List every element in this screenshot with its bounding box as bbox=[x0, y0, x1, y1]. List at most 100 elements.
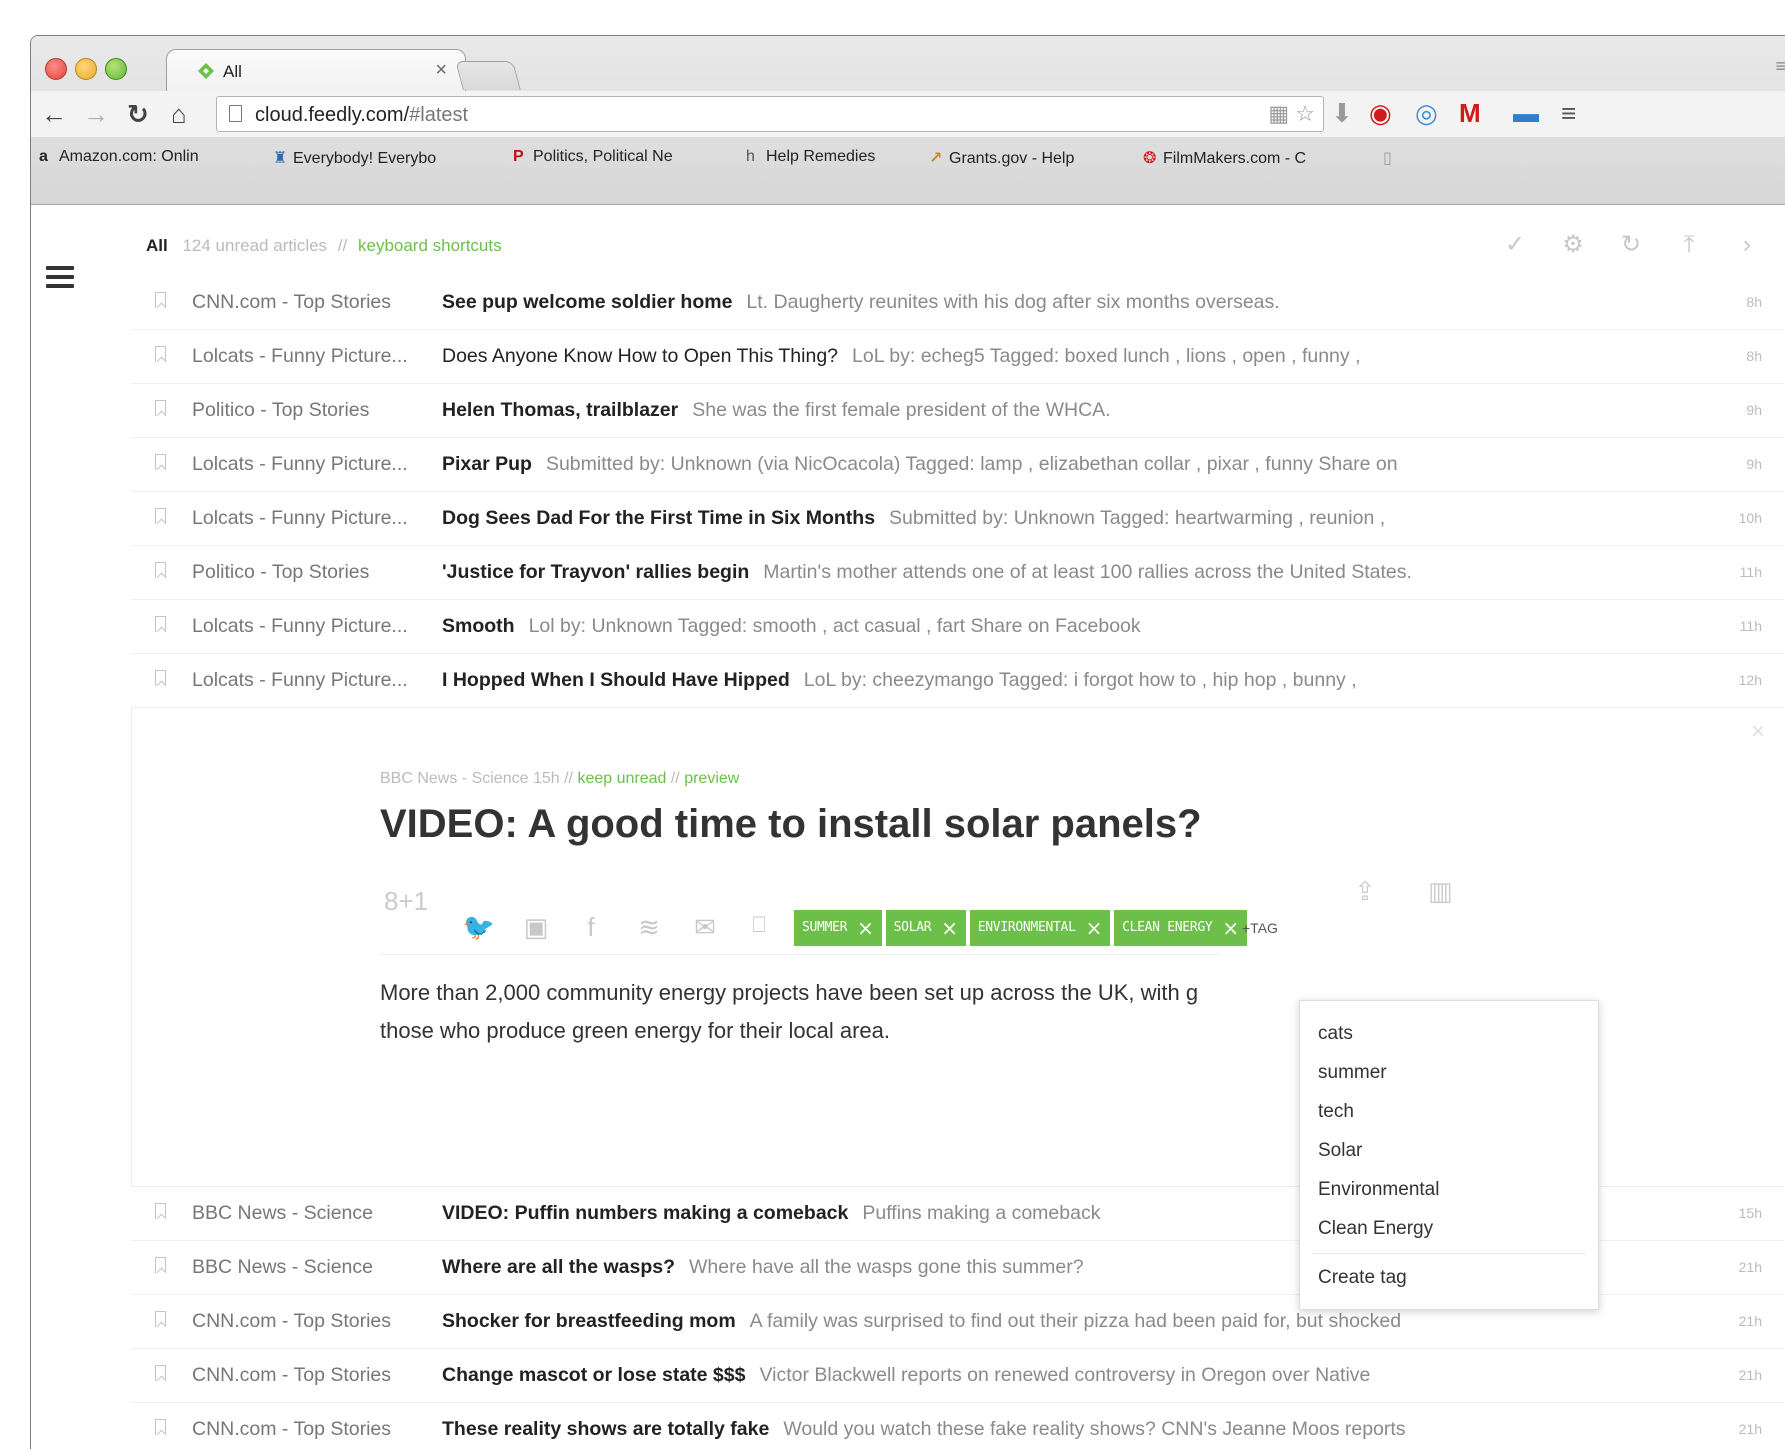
onepassword-extension-icon[interactable]: ◎ bbox=[1415, 97, 1438, 129]
minimize-window-button[interactable] bbox=[75, 58, 97, 80]
home-icon[interactable]: ⌂ bbox=[171, 99, 187, 129]
bookmark-politics[interactable]: P Politics, Political Ne bbox=[513, 148, 728, 166]
tag-chip[interactable]: SOLAR × bbox=[885, 910, 966, 946]
blank-page-bookmark-icon[interactable]: ▯ bbox=[1383, 148, 1413, 168]
list-item[interactable]: Lolcats - Funny Picture... Dog Sees Dad … bbox=[131, 492, 1785, 546]
add-tag-button[interactable]: +TAG bbox=[1242, 920, 1278, 936]
forward-arrow-icon[interactable]: → bbox=[83, 99, 109, 129]
window-menu-icon[interactable]: ≡ bbox=[1775, 56, 1785, 77]
keyboard-shortcuts-link[interactable]: keyboard shortcuts bbox=[358, 236, 502, 255]
zoom-window-button[interactable] bbox=[105, 58, 127, 80]
save-bookmark-icon[interactable] bbox=[155, 454, 166, 470]
trash-icon[interactable]: ▥ bbox=[1428, 876, 1453, 907]
article-headline[interactable]: VIDEO: A good time to install solar pane… bbox=[380, 802, 1202, 847]
list-item[interactable]: Lolcats - Funny Picture... Pixar Pup Subm… bbox=[131, 438, 1785, 492]
close-article-icon[interactable]: × bbox=[1751, 718, 1765, 746]
bookmarks-bar: a Amazon.com: Onlin ♜ Everybody! Everybo P… bbox=[31, 140, 1785, 178]
remove-tag-icon[interactable]: × bbox=[1086, 910, 1103, 946]
article-snippet: Would you watch these fake reality shows… bbox=[783, 1418, 1406, 1440]
article-age: 9h bbox=[1746, 456, 1762, 472]
save-bookmark-icon[interactable] bbox=[155, 400, 166, 416]
save-bookmark-icon[interactable] bbox=[155, 1257, 166, 1273]
chrome-menu-icon[interactable]: ≡ bbox=[1561, 97, 1576, 129]
page-action-icons: ▦ ☆ bbox=[1268, 101, 1315, 127]
keep-unread-link[interactable]: keep unread bbox=[577, 770, 666, 787]
refresh-icon[interactable]: ↻ bbox=[1602, 230, 1660, 259]
save-bookmark-icon[interactable] bbox=[155, 346, 166, 362]
hamburger-menu-icon[interactable] bbox=[46, 266, 74, 293]
save-bookmark-icon[interactable] bbox=[155, 292, 166, 308]
list-item[interactable]: CNN.com - Top Stories See pup welcome so… bbox=[131, 276, 1785, 330]
lastpass-extension-icon[interactable]: ◉ bbox=[1369, 97, 1392, 129]
gmail-extension-icon[interactable]: M bbox=[1459, 97, 1481, 129]
bookmark-grants[interactable]: ↗ Grants.gov - Help bbox=[929, 148, 1129, 168]
save-bookmark-icon[interactable] bbox=[155, 670, 166, 686]
list-item[interactable]: Politico - Top Stories 'Justice for Tray… bbox=[131, 546, 1785, 600]
bookmark-help-remedies[interactable]: h Help Remedies bbox=[746, 148, 926, 166]
bookmark-star-icon[interactable]: ☆ bbox=[1295, 101, 1315, 126]
save-bookmark-icon[interactable] bbox=[155, 1419, 166, 1435]
buffer-icon[interactable]: ≋ bbox=[632, 912, 666, 943]
article-age: 21h bbox=[1738, 1367, 1762, 1383]
tab-close-icon[interactable]: × bbox=[435, 59, 447, 82]
twitter-icon[interactable]: 🐦 bbox=[462, 912, 496, 943]
facebook-icon[interactable]: f bbox=[574, 912, 608, 943]
address-bar[interactable]: cloud.feedly.com/#latest ▦ ☆ bbox=[216, 96, 1324, 132]
chat-extension-icon[interactable]: ▬ bbox=[1513, 97, 1539, 129]
save-bookmark-icon[interactable] bbox=[155, 1311, 166, 1327]
close-window-button[interactable] bbox=[45, 58, 67, 80]
save-bookmark-icon[interactable] bbox=[155, 508, 166, 524]
save-bookmark-icon[interactable] bbox=[155, 1365, 166, 1381]
create-tag-option[interactable]: Create tag bbox=[1318, 1267, 1407, 1289]
mark-read-check-icon[interactable]: ✓ bbox=[1486, 230, 1544, 259]
tag-option[interactable]: Clean Energy bbox=[1318, 1218, 1433, 1240]
save-bookmark-icon[interactable] bbox=[155, 1203, 166, 1219]
article-body: More than 2,000 community energy project… bbox=[380, 980, 1199, 1043]
download-extension-icon[interactable]: ⬇ bbox=[1331, 97, 1353, 129]
tag-option[interactable]: tech bbox=[1318, 1101, 1354, 1123]
browser-tab-all[interactable]: All × bbox=[166, 49, 466, 91]
tag-chip[interactable]: CLEAN ENERGY × bbox=[1114, 910, 1247, 946]
new-tab-button[interactable] bbox=[455, 61, 521, 90]
tag-option[interactable]: summer bbox=[1318, 1062, 1387, 1084]
list-item[interactable]: Lolcats - Funny Picture... Smooth Lol by:… bbox=[131, 600, 1785, 654]
politico-icon: P bbox=[513, 148, 524, 165]
bookmark-everybody[interactable]: ♜ Everybody! Everybo bbox=[273, 148, 498, 168]
remove-tag-icon[interactable]: × bbox=[941, 910, 958, 946]
back-arrow-icon[interactable]: ← bbox=[41, 99, 67, 129]
linkedin-icon[interactable]: ▣ bbox=[519, 912, 553, 943]
tag-chip[interactable]: ENVIRONMENTAL × bbox=[969, 910, 1111, 946]
settings-gear-icon[interactable]: ⚙ bbox=[1544, 230, 1602, 259]
browser-window: All × ≡ ← → ↻ ⌂ cloud.feedly.com/#latest… bbox=[30, 35, 1785, 1449]
share-out-icon[interactable]: ⇪ bbox=[1354, 876, 1376, 907]
remove-tag-icon[interactable]: × bbox=[857, 910, 874, 946]
tag-option[interactable]: Environmental bbox=[1318, 1179, 1439, 1201]
save-bookmark-icon[interactable] bbox=[155, 562, 166, 578]
tag-option[interactable]: cats bbox=[1318, 1023, 1353, 1045]
tag-option[interactable]: Solar bbox=[1318, 1140, 1362, 1162]
reload-icon[interactable]: ↻ bbox=[127, 99, 149, 129]
save-bookmark-icon[interactable] bbox=[155, 616, 166, 632]
bookmark-amazon[interactable]: a Amazon.com: Onlin bbox=[39, 148, 254, 166]
list-item[interactable]: Lolcats - Funny Picture... I Hopped When… bbox=[131, 654, 1785, 708]
remove-tag-icon[interactable]: × bbox=[1222, 910, 1239, 946]
feed-source: Politico - Top Stories bbox=[192, 399, 370, 421]
list-item[interactable]: Lolcats - Funny Picture... Does Anyone K… bbox=[131, 330, 1785, 384]
article-snippet: Submitted by: Unknown (via NicOcacola) T… bbox=[545, 453, 1398, 475]
next-chevron-icon[interactable]: › bbox=[1718, 231, 1776, 259]
list-item[interactable]: CNN.com - Top Stories These reality show… bbox=[131, 1403, 1785, 1449]
preview-link[interactable]: preview bbox=[684, 770, 739, 787]
email-icon[interactable]: ✉ bbox=[688, 912, 722, 943]
list-item[interactable]: Politico - Top Stories Helen Thomas, tra… bbox=[131, 384, 1785, 438]
google-plus-one-button[interactable]: 8+1 bbox=[384, 886, 428, 917]
feed-source: CNN.com - Top Stories bbox=[192, 1364, 392, 1386]
scroll-top-icon[interactable]: ⤒ bbox=[1660, 231, 1718, 259]
list-item[interactable]: CNN.com - Top Stories Change mascot or l… bbox=[131, 1349, 1785, 1403]
article-title: See pup welcome soldier home bbox=[442, 291, 733, 313]
article-age: 21h bbox=[1738, 1421, 1762, 1437]
page-icon bbox=[229, 105, 242, 122]
page-action-icon[interactable]: ▦ bbox=[1268, 101, 1289, 126]
tag-chip[interactable]: SUMMER × bbox=[794, 910, 882, 946]
bookmark-filmmakers[interactable]: ❂ FilmMakers.com - C bbox=[1143, 148, 1363, 168]
save-for-later-icon[interactable]: ⎕ bbox=[742, 912, 776, 938]
